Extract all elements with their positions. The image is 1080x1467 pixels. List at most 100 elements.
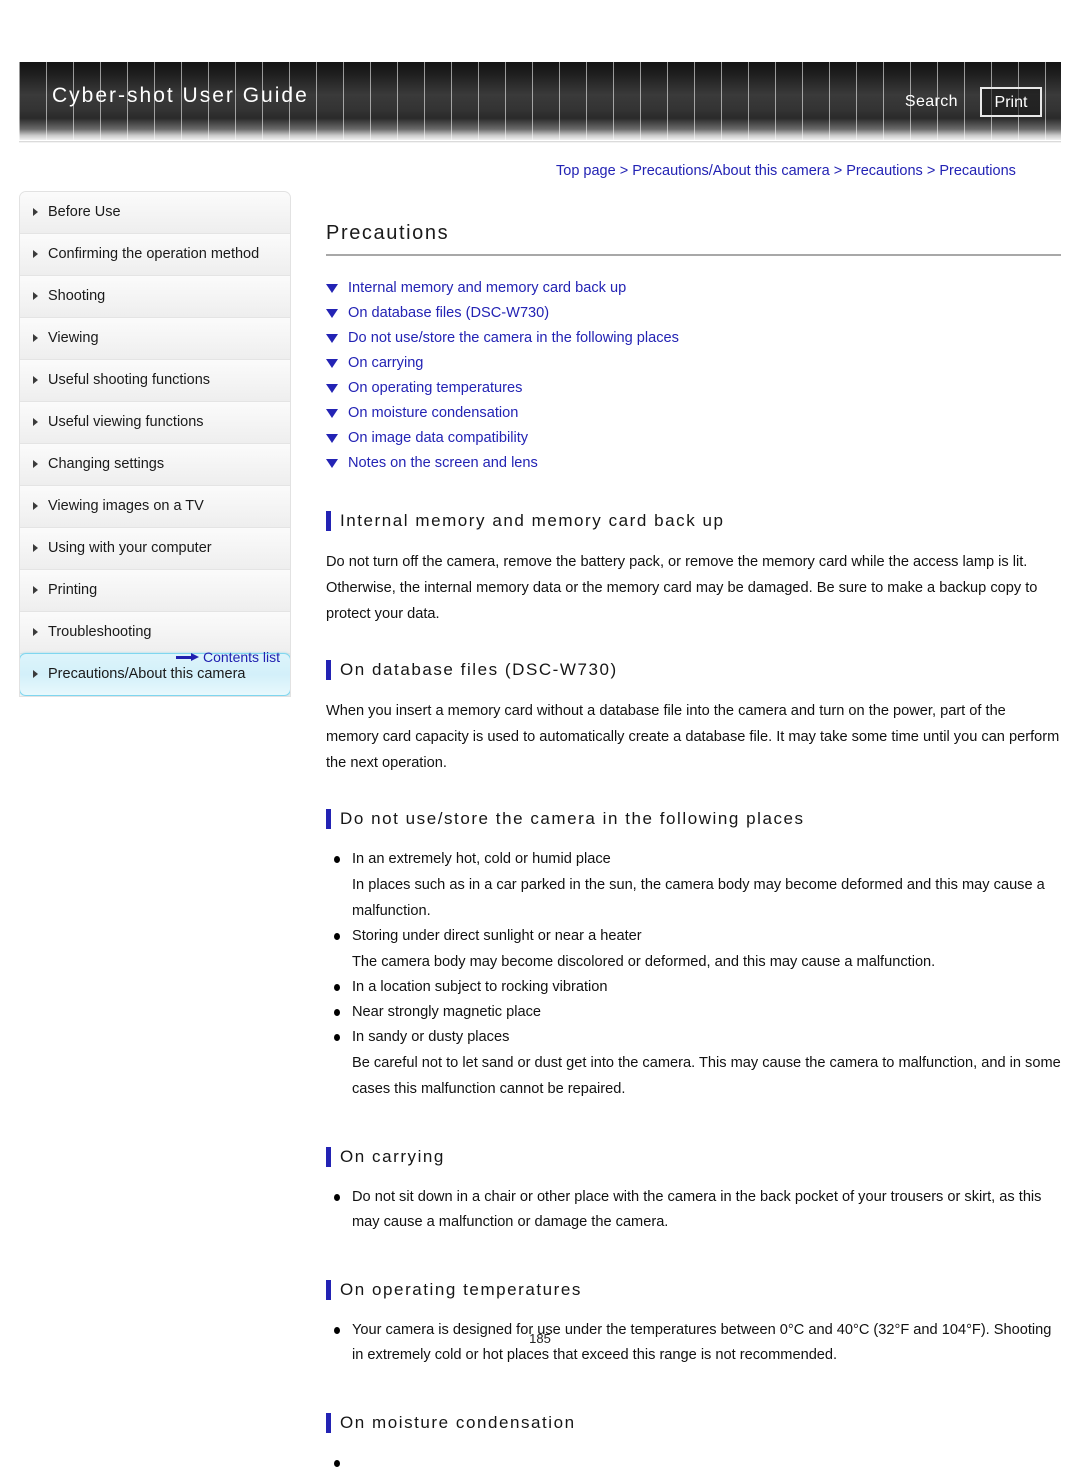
- bullet-icon: [334, 933, 340, 940]
- chevron-right-icon: [33, 460, 38, 468]
- contents-list-link[interactable]: Contents list: [176, 649, 280, 665]
- site-header: Cyber-shot User Guide Search Print: [19, 62, 1061, 140]
- section-do-not-use-store-the-camera-in-the-following-places: Do not use/store the camera in the follo…: [326, 808, 1061, 1102]
- bullet-icon: [334, 1009, 340, 1016]
- bullet-icon: [334, 1460, 340, 1467]
- sidebar-item-label: Useful shooting functions: [48, 372, 211, 388]
- sidebar-item-label: Using with your computer: [48, 540, 212, 556]
- section-paragraph: When you insert a memory card without a …: [326, 703, 1060, 771]
- sidebar-item-viewing-images-on-a-tv[interactable]: Viewing images on a TV: [20, 486, 290, 528]
- sidebar-item-label: Viewing: [48, 330, 99, 346]
- list-item: In a location subject to rocking vibrati…: [326, 975, 1061, 1000]
- anchor-link-label: Notes on the screen and lens: [348, 455, 538, 471]
- list-item-text: Near strongly magnetic place: [352, 1004, 541, 1020]
- anchor-link-label: Do not use/store the camera in the follo…: [348, 330, 679, 346]
- breadcrumb-separator: >: [833, 163, 843, 179]
- chevron-right-icon: [33, 628, 38, 636]
- chevron-right-icon: [33, 334, 38, 342]
- chevron-right-icon: [33, 544, 38, 552]
- list-item: Storing under direct sunlight or near a …: [326, 924, 1061, 975]
- sidebar-item-label: Precautions/About this camera: [48, 666, 246, 682]
- section-on-carrying: On carrying Do not sit down in a chair o…: [326, 1146, 1061, 1235]
- sidebar-item-changing-settings[interactable]: Changing settings: [20, 444, 290, 486]
- sidebar-item-label: Useful viewing functions: [48, 414, 204, 430]
- anchor-link[interactable]: On moisture condensation: [326, 401, 1061, 426]
- chevron-down-icon: [326, 359, 338, 368]
- section-heading: Do not use/store the camera in the follo…: [326, 808, 1061, 830]
- section-heading: On carrying: [326, 1146, 1061, 1168]
- print-button[interactable]: Print: [980, 87, 1042, 117]
- arrow-right-icon: [176, 652, 200, 662]
- sidebar-item-printing[interactable]: Printing: [20, 570, 290, 612]
- list-item-subtext: In places such as in a car parked in the…: [352, 877, 1045, 919]
- search-button[interactable]: Search: [905, 93, 958, 111]
- section-on-operating-temperatures: On operating temperatures Your camera is…: [326, 1279, 1061, 1368]
- sidebar-item-label: Changing settings: [48, 456, 165, 472]
- chevron-right-icon: [33, 292, 38, 300]
- bullet-icon: [334, 856, 340, 863]
- anchor-link-label: On carrying: [348, 355, 424, 371]
- anchor-link-label: On image data compatibility: [348, 430, 529, 446]
- sidebar-item-shooting[interactable]: Shooting: [20, 276, 290, 318]
- sidebar-item-label: Troubleshooting: [48, 624, 152, 640]
- anchor-link[interactable]: Notes on the screen and lens: [326, 451, 1061, 476]
- chevron-right-icon: [33, 502, 38, 510]
- anchor-link-label: On operating temperatures: [348, 380, 523, 396]
- sidebar-item-troubleshooting[interactable]: Troubleshooting: [20, 612, 290, 654]
- anchor-link-list: Internal memory and memory card back up …: [326, 276, 1061, 476]
- main-content: Precautions Internal memory and memory c…: [326, 222, 1061, 1467]
- sidebar-item-label: Shooting: [48, 288, 106, 304]
- bullet-list: Do not sit down in a chair or other plac…: [326, 1185, 1061, 1235]
- breadcrumb-separator: >: [926, 163, 936, 179]
- section-heading: On moisture condensation: [326, 1412, 1061, 1434]
- sidebar-item-useful-shooting-functions[interactable]: Useful shooting functions: [20, 360, 290, 402]
- anchor-link-label: On moisture condensation: [348, 405, 519, 421]
- bullet-icon: [334, 1034, 340, 1041]
- chevron-down-icon: [326, 434, 338, 443]
- section-on-moisture-condensation: On moisture condensation: [326, 1412, 1061, 1467]
- breadcrumb-item-precautions-current: Precautions: [939, 163, 1016, 179]
- anchor-link[interactable]: On carrying: [326, 351, 1061, 376]
- sidebar-item-label: Viewing images on a TV: [48, 498, 204, 514]
- chevron-right-icon: [33, 376, 38, 384]
- sidebar-item-useful-viewing-functions[interactable]: Useful viewing functions: [20, 402, 290, 444]
- anchor-link[interactable]: Internal memory and memory card back up: [326, 276, 1061, 301]
- anchor-link[interactable]: On database files (DSC-W730): [326, 301, 1061, 326]
- section-on-database-files: On database files (DSC-W730) When you in…: [326, 659, 1061, 776]
- list-item-text: Storing under direct sunlight or near a …: [352, 928, 642, 944]
- anchor-link[interactable]: On image data compatibility: [326, 426, 1061, 451]
- chevron-down-icon: [326, 334, 338, 343]
- header-underline: [19, 141, 1061, 143]
- page-number: 185: [529, 1331, 551, 1346]
- chevron-right-icon: [33, 208, 38, 216]
- chevron-right-icon: [33, 250, 38, 258]
- sidebar-item-before-use[interactable]: Before Use: [20, 192, 290, 234]
- list-item-subtext: The camera body may become discolored or…: [352, 954, 936, 970]
- breadcrumb-separator: >: [619, 163, 629, 179]
- breadcrumb-item-precautions[interactable]: Precautions: [846, 163, 923, 179]
- section-paragraph: Do not turn off the camera, remove the b…: [326, 554, 1038, 622]
- sidebar-item-viewing[interactable]: Viewing: [20, 318, 290, 360]
- anchor-link-label: On database files (DSC-W730): [348, 305, 550, 321]
- anchor-link-label: Internal memory and memory card back up: [348, 280, 627, 296]
- list-item: Near strongly magnetic place: [326, 1000, 1061, 1025]
- list-item-subtext: Be careful not to let sand or dust get i…: [352, 1055, 1061, 1097]
- sidebar-item-label: Confirming the operation method: [48, 246, 260, 262]
- section-heading: On database files (DSC-W730): [326, 659, 1061, 681]
- chevron-down-icon: [326, 309, 338, 318]
- sidebar-nav: Before Use Confirming the operation meth…: [19, 191, 291, 697]
- breadcrumb: Top page > Precautions/About this camera…: [556, 163, 1016, 179]
- list-item: In an extremely hot, cold or humid place…: [326, 847, 1061, 924]
- chevron-down-icon: [326, 284, 338, 293]
- sidebar-item-confirming-the-operation-method[interactable]: Confirming the operation method: [20, 234, 290, 276]
- chevron-down-icon: [326, 409, 338, 418]
- sidebar-item-label: Before Use: [48, 204, 121, 220]
- contents-list-label: Contents list: [203, 649, 281, 665]
- section-heading: Internal memory and memory card back up: [326, 510, 1061, 532]
- list-item-text: In sandy or dusty places: [352, 1029, 510, 1045]
- sidebar-item-using-with-your-computer[interactable]: Using with your computer: [20, 528, 290, 570]
- breadcrumb-item-top-page[interactable]: Top page: [556, 163, 616, 179]
- anchor-link[interactable]: Do not use/store the camera in the follo…: [326, 326, 1061, 351]
- breadcrumb-item-precautions-about-this-camera[interactable]: Precautions/About this camera: [632, 163, 829, 179]
- anchor-link[interactable]: On operating temperatures: [326, 376, 1061, 401]
